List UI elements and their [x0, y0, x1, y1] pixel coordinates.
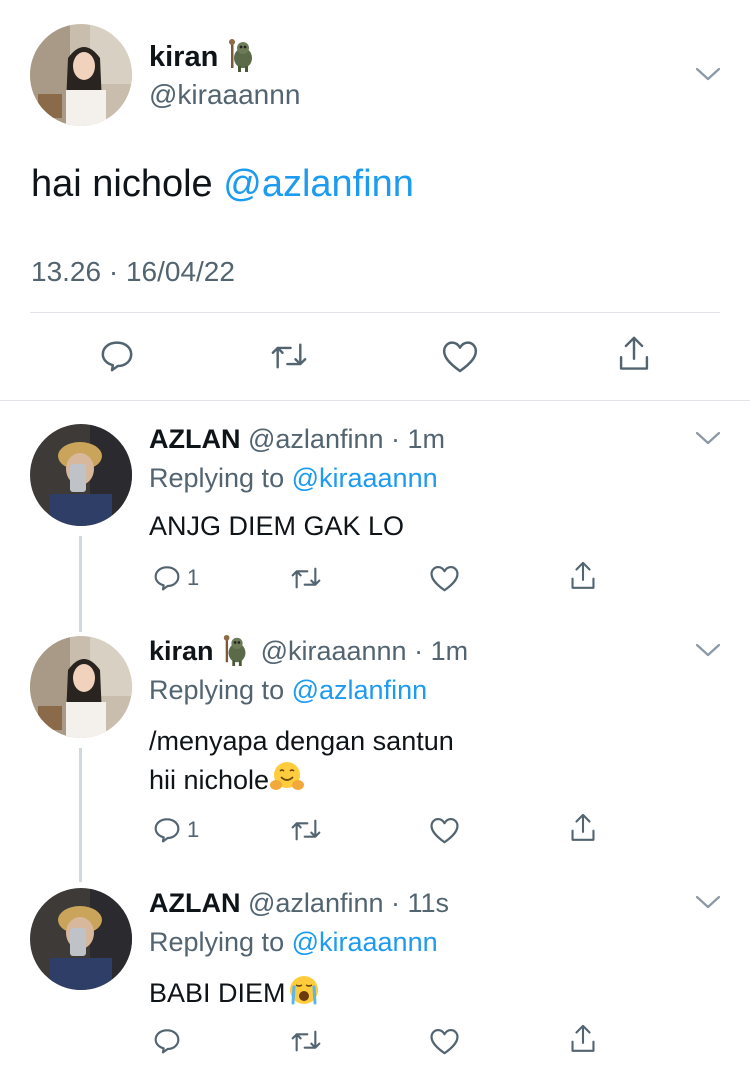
reply-count: 1 — [187, 817, 200, 842]
tweet-text: ANJG DIEM GAK LO — [149, 511, 405, 541]
chevron-down-icon[interactable] — [695, 894, 721, 910]
share-icon — [614, 333, 654, 375]
reply-icon — [151, 562, 183, 594]
reply-icon — [97, 336, 137, 376]
chevron-down-icon[interactable] — [695, 430, 721, 446]
replying-label: Replying to — [149, 463, 285, 493]
reply-button[interactable] — [151, 1025, 183, 1057]
share-button[interactable] — [567, 1022, 599, 1056]
retweet-button[interactable] — [268, 336, 310, 376]
crying-face-emoji-icon — [286, 973, 322, 1016]
reply-icon — [151, 1025, 183, 1057]
chevron-down-icon[interactable] — [695, 66, 721, 82]
display-name[interactable]: AZLAN — [149, 888, 240, 918]
avatar-azlan[interactable] — [30, 424, 132, 526]
share-button[interactable] — [567, 811, 599, 845]
display-name[interactable]: kiran — [149, 636, 214, 666]
retweet-button[interactable] — [288, 814, 324, 846]
display-name[interactable]: kiran — [149, 41, 218, 73]
tweet-timestamp: 13.26 · 16/04/22 — [31, 256, 235, 287]
avatar-kiran[interactable] — [30, 636, 132, 738]
avatar-kiran[interactable] — [30, 24, 132, 126]
share-icon — [567, 811, 599, 845]
section-divider — [0, 400, 750, 401]
user-handle[interactable]: @azlanfinn — [248, 888, 384, 918]
hugging-face-emoji-icon — [269, 760, 305, 804]
replying-to-link[interactable]: @azlanfinn — [292, 675, 428, 705]
tweet-text: BABI DIEM — [149, 978, 286, 1008]
retweet-icon — [288, 814, 324, 846]
chevron-down-icon[interactable] — [695, 642, 721, 658]
tweet-time: · 11s — [391, 888, 450, 918]
monster-emoji-icon — [226, 38, 260, 80]
like-icon — [428, 1026, 461, 1056]
tweet-text-line: /menyapa dengan santun — [149, 726, 454, 756]
thread-connector — [79, 748, 82, 882]
retweet-icon — [288, 1025, 324, 1057]
retweet-button[interactable] — [288, 1025, 324, 1057]
retweet-button[interactable] — [288, 562, 324, 594]
share-button[interactable] — [567, 559, 599, 593]
divider — [30, 312, 720, 313]
like-button[interactable] — [428, 1026, 461, 1056]
avatar-azlan[interactable] — [30, 888, 132, 990]
share-icon — [567, 1022, 599, 1056]
like-button[interactable] — [428, 563, 461, 593]
share-icon — [567, 559, 599, 593]
replying-label: Replying to — [149, 675, 285, 705]
tweet-time: · 1m — [391, 424, 446, 454]
reply-icon — [151, 814, 183, 846]
replying-to-link[interactable]: @kiraaannn — [292, 927, 438, 957]
like-icon — [440, 337, 480, 375]
replying-label: Replying to — [149, 927, 285, 957]
user-handle[interactable]: @kiraaannn — [149, 78, 300, 112]
reply-button[interactable] — [97, 336, 137, 376]
reply-count: 1 — [187, 565, 200, 590]
tweet-time: · 1m — [414, 636, 469, 666]
share-button[interactable] — [614, 333, 654, 375]
tweet-text: hai nichole — [31, 163, 213, 205]
replying-to-link[interactable]: @kiraaannn — [292, 463, 438, 493]
like-icon — [428, 815, 461, 845]
tweet-text-line: hii nichole — [149, 765, 270, 795]
like-button[interactable] — [428, 815, 461, 845]
reply-button[interactable]: 1 — [151, 562, 199, 594]
retweet-icon — [268, 336, 310, 376]
thread-connector — [79, 536, 82, 632]
retweet-icon — [288, 562, 324, 594]
user-handle[interactable]: @kiraaannn — [261, 636, 407, 666]
like-button[interactable] — [440, 337, 480, 375]
mention-link[interactable]: @azlanfinn — [223, 163, 414, 205]
like-icon — [428, 563, 461, 593]
monster-emoji-icon — [221, 634, 253, 675]
user-handle[interactable]: @azlanfinn — [248, 424, 384, 454]
reply-button[interactable]: 1 — [151, 814, 199, 846]
display-name[interactable]: AZLAN — [149, 424, 240, 454]
